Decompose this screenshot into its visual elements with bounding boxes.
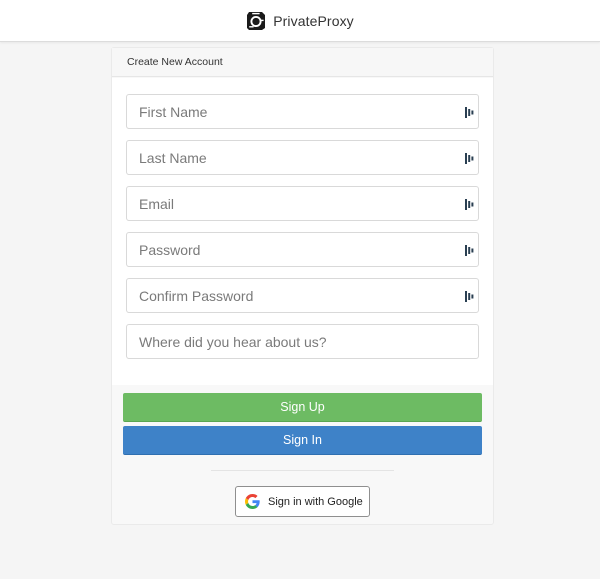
divider (211, 470, 394, 471)
signup-card: Create New Account First Name Last Name … (111, 47, 494, 525)
password-manager-icon[interactable] (465, 107, 474, 118)
password-manager-icon[interactable] (465, 153, 474, 164)
last-name-field[interactable] (126, 140, 479, 175)
sign-up-button[interactable]: Sign Up (123, 393, 482, 422)
referral-input[interactable] (127, 325, 478, 358)
confirm-password-field[interactable] (126, 278, 479, 313)
password-manager-icon[interactable] (465, 291, 474, 302)
password-manager-icon[interactable] (465, 199, 474, 210)
card-title: Create New Account (127, 56, 223, 68)
first-name-field[interactable] (126, 94, 479, 129)
google-sign-in-button[interactable]: Sign in with Google (235, 486, 370, 517)
password-field[interactable] (126, 232, 479, 267)
email-field[interactable] (126, 186, 479, 221)
password-input[interactable] (127, 233, 478, 266)
google-sign-in-label: Sign in with Google (268, 495, 363, 508)
brand[interactable]: PrivateProxy (246, 11, 354, 31)
sign-in-button[interactable]: Sign In (123, 426, 482, 455)
email-input[interactable] (127, 187, 478, 220)
top-bar: PrivateProxy (0, 0, 600, 42)
password-manager-icon[interactable] (465, 245, 474, 256)
referral-field[interactable] (126, 324, 479, 359)
privateproxy-logo-icon (247, 11, 266, 30)
card-header: Create New Account (112, 48, 493, 77)
last-name-input[interactable] (127, 141, 478, 174)
first-name-input[interactable] (127, 95, 478, 128)
google-icon (245, 494, 260, 509)
form-body (112, 78, 493, 385)
confirm-password-input[interactable] (127, 279, 478, 312)
brand-name: PrivateProxy (273, 12, 354, 29)
